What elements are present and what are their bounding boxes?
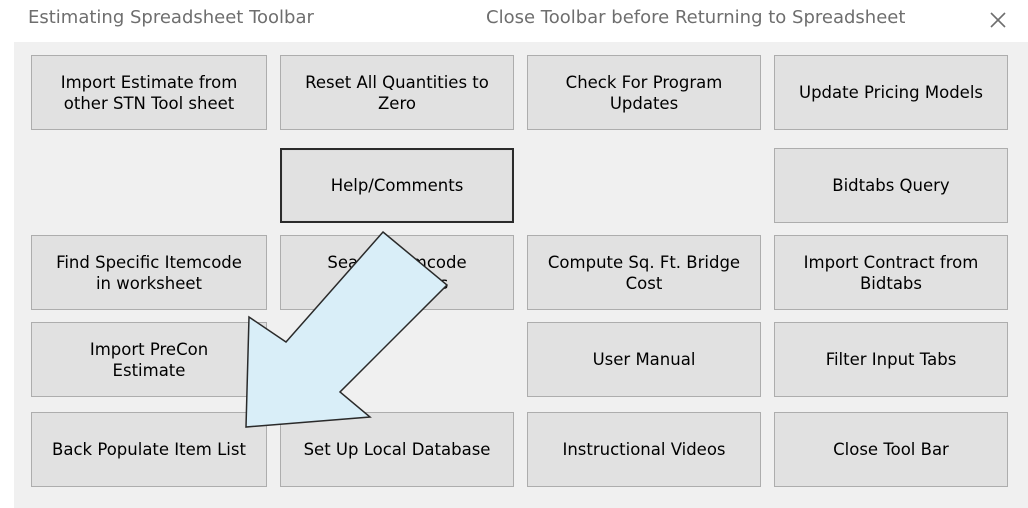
check-updates-button[interactable]: Check For Program Updates	[527, 55, 761, 130]
user-manual-button[interactable]: User Manual	[527, 322, 761, 397]
instructional-videos-button[interactable]: Instructional Videos	[527, 412, 761, 487]
filter-input-tabs-button[interactable]: Filter Input Tabs	[774, 322, 1008, 397]
toolbar-window: Estimating Spreadsheet Toolbar Close Too…	[14, 0, 1028, 508]
window-instruction: Close Toolbar before Returning to Spread…	[486, 7, 906, 28]
find-itemcode-button[interactable]: Find Specific Itemcode in worksheet	[31, 235, 267, 310]
import-contract-button[interactable]: Import Contract from Bidtabs	[774, 235, 1008, 310]
update-pricing-button[interactable]: Update Pricing Models	[774, 55, 1008, 130]
window-title: Estimating Spreadsheet Toolbar	[28, 7, 314, 28]
left-window-edge	[0, 0, 15, 508]
reset-quantities-button[interactable]: Reset All Quantities to Zero	[280, 55, 514, 130]
import-estimate-button[interactable]: Import Estimate from other STN Tool shee…	[31, 55, 267, 130]
close-toolbar-button[interactable]: Close Tool Bar	[774, 412, 1008, 487]
back-populate-button[interactable]: Back Populate Item List	[31, 412, 267, 487]
title-bar: Estimating Spreadsheet Toolbar Close Too…	[14, 0, 1028, 42]
search-itemcode-button[interactable]: Search Itemcode Descriptions	[280, 235, 514, 310]
bidtabs-query-button[interactable]: Bidtabs Query	[774, 148, 1008, 223]
local-database-button[interactable]: Set Up Local Database	[280, 412, 514, 487]
compute-bridge-cost-button[interactable]: Compute Sq. Ft. Bridge Cost	[527, 235, 761, 310]
close-icon[interactable]	[986, 8, 1010, 32]
help-comments-button[interactable]: Help/Comments	[280, 148, 514, 223]
import-precon-button[interactable]: Import PreCon Estimate	[31, 322, 267, 397]
